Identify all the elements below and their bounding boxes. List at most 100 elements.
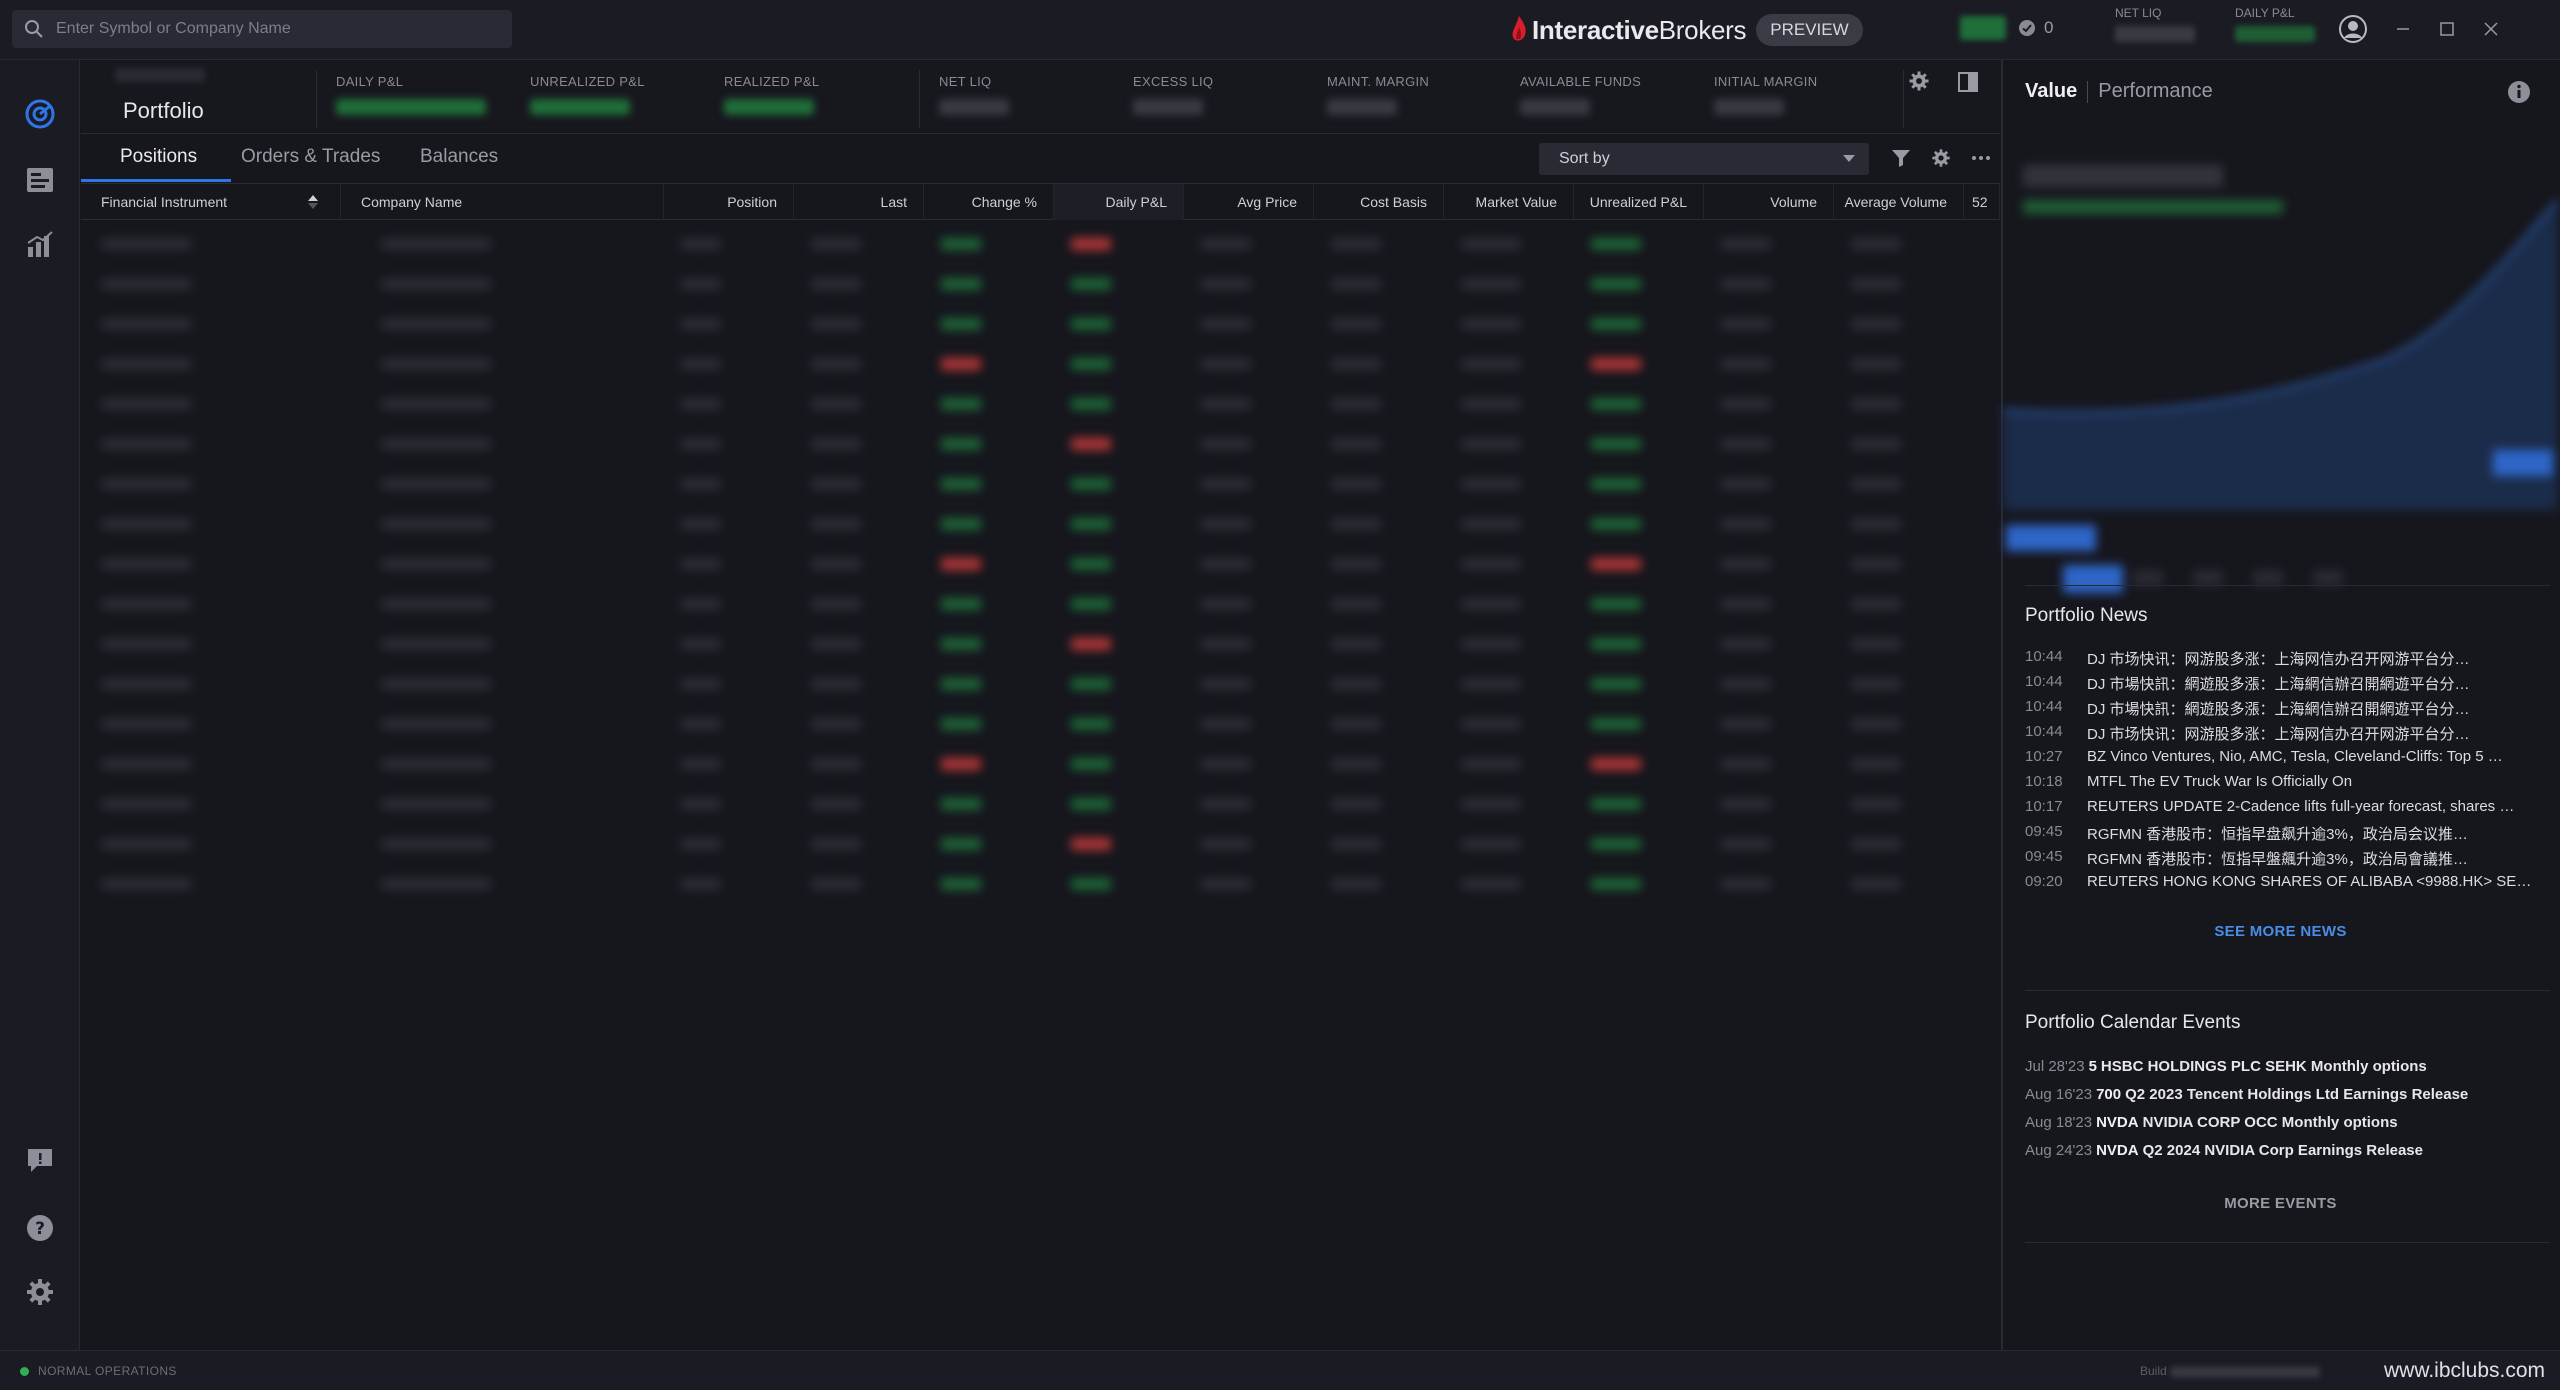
- redacted-cell: [1461, 278, 1521, 290]
- redacted-cell: [1591, 718, 1641, 730]
- redacted-cell: [1461, 558, 1521, 570]
- news-item[interactable]: 10:44 DJ 市場快訊：網遊股多漲：上海網信辦召開網遊平台分…: [2025, 698, 2545, 723]
- col-company-name[interactable]: Company Name: [341, 184, 664, 220]
- col-position[interactable]: Position: [664, 184, 794, 220]
- news-item[interactable]: 09:45 RGFMN 香港股市：恒指早盘飙升逾3%，政治局会议推…: [2025, 823, 2545, 848]
- col-last[interactable]: Last: [794, 184, 924, 220]
- table-header: Financial Instrument Company Name Positi…: [81, 184, 2000, 220]
- help-nav[interactable]: ?: [20, 1208, 60, 1248]
- col-volume[interactable]: Volume: [1704, 184, 1834, 220]
- build-label: Build: [2140, 1364, 2167, 1378]
- tab-performance[interactable]: Performance: [2098, 80, 2213, 103]
- event-date: Aug 24'23: [2025, 1142, 2093, 1159]
- metric-value: [530, 99, 630, 115]
- redacted-cell: [381, 238, 491, 250]
- tab-orders-trades[interactable]: Orders & Trades: [241, 146, 380, 168]
- redacted-cell: [811, 238, 861, 250]
- table-settings-icon[interactable]: [1931, 148, 1951, 168]
- redacted-cell: [1331, 318, 1381, 330]
- redacted-cell: [1461, 478, 1521, 490]
- more-options-icon[interactable]: [1971, 148, 1991, 168]
- col-cost-basis[interactable]: Cost Basis: [1314, 184, 1444, 220]
- news-item[interactable]: 09:20 REUTERS HONG KONG SHARES OF ALIBABA…: [2025, 873, 2545, 898]
- alerts-indicator[interactable]: 0: [2018, 18, 2053, 38]
- see-more-news-link[interactable]: SEE MORE NEWS: [2003, 923, 2558, 940]
- status-bar: NORMAL OPERATIONS Build www.ibclubs.com: [0, 1350, 2560, 1390]
- news-time: 10:44: [2025, 723, 2063, 740]
- col-financial-instrument[interactable]: Financial Instrument: [81, 184, 341, 220]
- settings-nav[interactable]: [20, 1272, 60, 1312]
- redacted-cell: [1331, 678, 1381, 690]
- more-events-link[interactable]: MORE EVENTS: [2003, 1195, 2558, 1212]
- minimize-icon[interactable]: [2394, 20, 2412, 38]
- news-item[interactable]: 10:44 DJ 市场快讯：网游股多涨：上海网信办召开网游平台分…: [2025, 723, 2545, 748]
- redacted-cell: [1201, 398, 1251, 410]
- header-settings-icon[interactable]: [1908, 70, 1930, 92]
- redacted-row: [81, 464, 2000, 504]
- event-item[interactable]: Aug 24'23 NVDA Q2 2024 NVIDIA Corp Earning…: [2025, 1142, 2550, 1170]
- col-unrealized-pnl[interactable]: Unrealized P&L: [1574, 184, 1704, 220]
- event-item[interactable]: Aug 16'23 700 Q2 2023 Tencent Holdings Ltd…: [2025, 1086, 2550, 1114]
- calendar-events-title: Portfolio Calendar Events: [2025, 1012, 2241, 1033]
- preview-badge[interactable]: PREVIEW: [1756, 14, 1863, 46]
- news-item[interactable]: 10:44 DJ 市場快訊：網遊股多漲：上海網信辦召開網遊平台分…: [2025, 673, 2545, 698]
- redacted-cell: [1201, 598, 1251, 610]
- portfolio-value-chart-redacted: [2003, 165, 2558, 593]
- redacted-cell: [1461, 598, 1521, 610]
- sort-by-dropdown[interactable]: Sort by: [1539, 143, 1869, 175]
- tab-positions[interactable]: Positions: [120, 146, 197, 168]
- account-avatar-icon[interactable]: [2338, 14, 2368, 44]
- column-label: Financial Instrument: [101, 194, 228, 210]
- tab-balances[interactable]: Balances: [420, 146, 498, 168]
- redacted-cell: [1461, 238, 1521, 250]
- col-52-week[interactable]: 52: [1964, 184, 2000, 220]
- gear-icon: [27, 1279, 53, 1305]
- col-market-value[interactable]: Market Value: [1444, 184, 1574, 220]
- news-time: 10:44: [2025, 673, 2063, 690]
- redacted-row: [81, 624, 2000, 664]
- panel-toggle-icon[interactable]: [1958, 72, 1978, 92]
- redacted-cell: [101, 278, 191, 290]
- redacted-cell: [1721, 518, 1771, 530]
- redacted-cell: [381, 758, 491, 770]
- top-metric-daily-pnl: DAILY P&L: [2235, 6, 2315, 42]
- search-icon: [25, 20, 43, 38]
- col-change-percent[interactable]: Change %: [924, 184, 1054, 220]
- maximize-icon[interactable]: [2438, 20, 2456, 38]
- news-item[interactable]: 10:27 BZ Vinco Ventures, Nio, AMC, Tesla,…: [2025, 748, 2545, 773]
- redacted-cell: [1071, 438, 1111, 450]
- news-item[interactable]: 09:45 RGFMN 香港股市：恆指早盤飆升逾3%，政治局會議推…: [2025, 848, 2545, 873]
- redacted-cell: [941, 238, 981, 250]
- redacted-cell: [811, 598, 861, 610]
- news-item[interactable]: 10:17 REUTERS UPDATE 2-Cadence lifts full…: [2025, 798, 2545, 823]
- ledger-icon: [27, 168, 53, 192]
- col-daily-pnl[interactable]: Daily P&L: [1054, 184, 1184, 220]
- redacted-cell: [381, 398, 491, 410]
- redacted-cell: [1461, 718, 1521, 730]
- metric-value: [939, 99, 1009, 115]
- event-item[interactable]: Aug 18'23 NVDA NVIDIA CORP OCC Monthly opt…: [2025, 1114, 2550, 1142]
- close-icon[interactable]: [2482, 20, 2500, 38]
- news-headline: RGFMN 香港股市：恆指早盤飆升逾3%，政治局會議推…: [2087, 851, 2468, 868]
- orders-nav[interactable]: [20, 160, 60, 200]
- analytics-nav[interactable]: [20, 224, 60, 264]
- redacted-cell: [1851, 398, 1901, 410]
- redacted-cell: [101, 478, 191, 490]
- portfolio-nav[interactable]: [20, 94, 60, 134]
- metric-realized-pnl: REALIZED P&L: [724, 74, 819, 115]
- col-avg-price[interactable]: Avg Price: [1184, 184, 1314, 220]
- news-item[interactable]: 10:44 DJ 市场快讯：网游股多涨：上海网信办召开网游平台分…: [2025, 648, 2545, 673]
- news-item[interactable]: 10:18 MTFL The EV Truck War Is Officially…: [2025, 773, 2545, 798]
- redacted-cell: [1461, 318, 1521, 330]
- sort-arrows-icon: [308, 195, 318, 209]
- info-icon[interactable]: [2507, 80, 2531, 104]
- event-description: Q2 2023 Tencent Holdings Ltd Earnings Re…: [2125, 1086, 2469, 1103]
- search-input[interactable]: [56, 20, 486, 38]
- feedback-nav[interactable]: [20, 1140, 60, 1180]
- event-item[interactable]: Jul 28'23 5 HSBC HOLDINGS PLC SEHK Monthly…: [2025, 1058, 2550, 1086]
- symbol-search[interactable]: [12, 10, 512, 48]
- tab-value[interactable]: Value: [2025, 80, 2077, 103]
- redacted-row: [81, 264, 2000, 304]
- filter-icon[interactable]: [1891, 148, 1911, 168]
- col-average-volume[interactable]: Average Volume: [1834, 184, 1964, 220]
